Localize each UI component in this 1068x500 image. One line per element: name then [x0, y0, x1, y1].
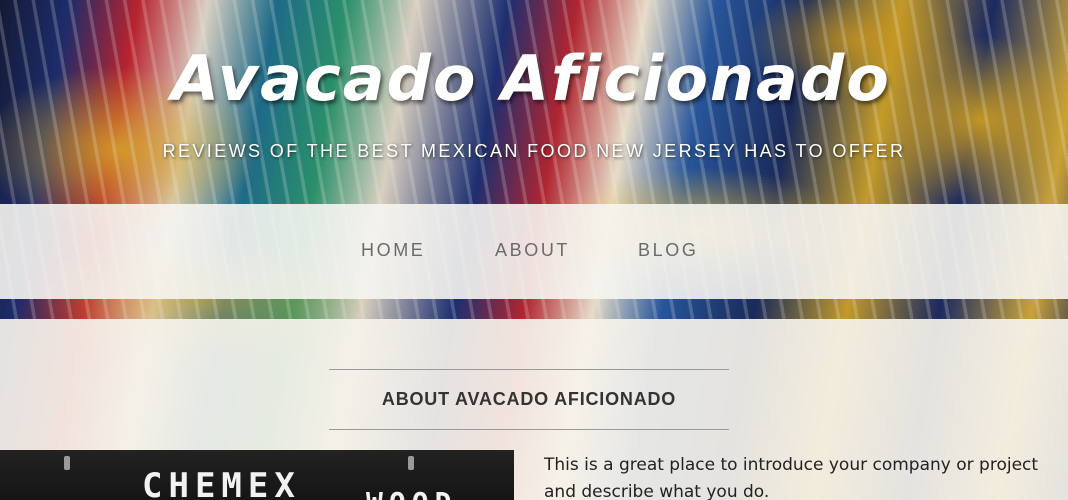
photo-sign-text: WOOD	[366, 486, 457, 500]
about-heading: ABOUT AVACADO AFICIONADO	[329, 369, 729, 430]
photo-sign-text: CHEMEX	[142, 466, 301, 500]
site-header: Avacado Aficionado REVIEWS OF THE BEST M…	[0, 0, 1068, 204]
photo-pin	[408, 456, 414, 470]
nav-item-about[interactable]: ABOUT	[495, 240, 570, 264]
about-intro-text: This is a great place to introduce your …	[544, 455, 1039, 500]
nav-item-home[interactable]: HOME	[361, 240, 425, 264]
about-photo: CHEMEX WOOD	[0, 450, 514, 500]
nav-item-blog[interactable]: BLOG	[638, 240, 698, 264]
about-heading-name: AVACADO AFICIONADO	[455, 389, 677, 409]
about-heading-prefix: ABOUT	[381, 389, 450, 409]
site-title[interactable]: Avacado Aficionado	[0, 42, 1068, 115]
photo-pin	[64, 456, 70, 470]
site-tagline: REVIEWS OF THE BEST MEXICAN FOOD NEW JER…	[162, 141, 906, 161]
